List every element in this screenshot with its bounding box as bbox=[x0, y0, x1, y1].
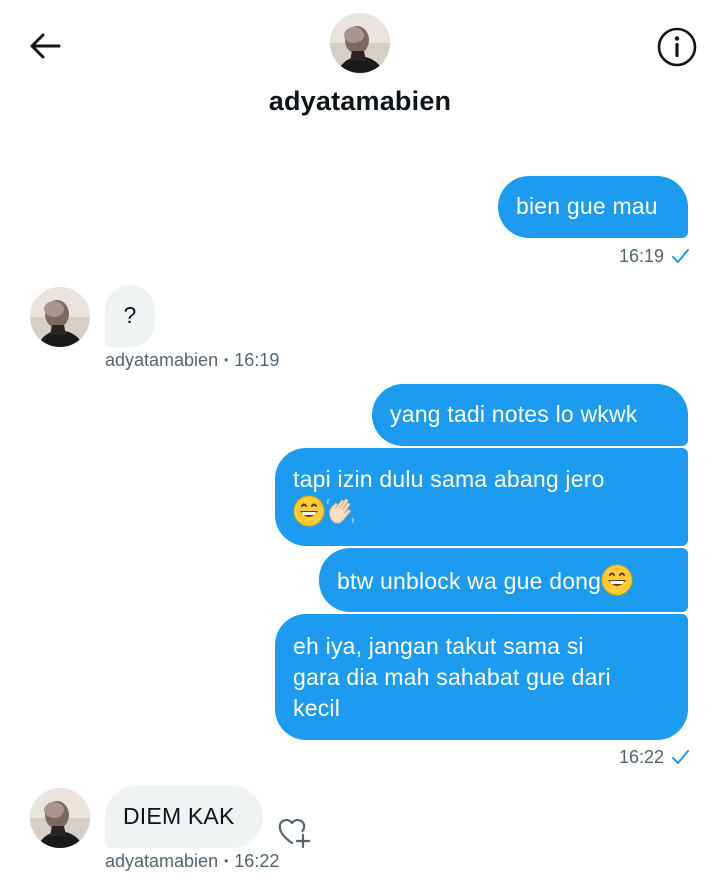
message-bubble-incoming[interactable]: DIEM KAK bbox=[105, 786, 263, 848]
seen-check-icon bbox=[672, 750, 689, 764]
grinning-face-icon bbox=[601, 564, 633, 596]
back-button[interactable] bbox=[22, 24, 68, 68]
message-time: 16:19 bbox=[234, 349, 280, 370]
conversation-username[interactable]: adyatamabien bbox=[0, 86, 720, 117]
message-time: 16:19 bbox=[618, 245, 664, 266]
conversation-header: adyatamabien bbox=[0, 0, 720, 140]
message-text-line: kecil bbox=[293, 695, 341, 721]
info-circle-icon bbox=[657, 27, 697, 67]
message-text: DIEM KAK bbox=[123, 803, 235, 829]
message-text: btw unblock wa gue dong bbox=[337, 568, 602, 594]
header-avatar[interactable] bbox=[330, 13, 390, 73]
message-sender: adyatamabien bbox=[105, 349, 219, 370]
message-bubble-outgoing[interactable]: btw unblock wa gue dong bbox=[319, 548, 688, 612]
message-text-line: eh iya, jangan takut sama si bbox=[293, 633, 584, 659]
message-text: ? bbox=[123, 302, 137, 328]
message-meta: 16:19 bbox=[500, 244, 690, 268]
message-bubble-incoming[interactable]: ? bbox=[105, 285, 155, 347]
message-meta: adyatamabien • 16:19 bbox=[105, 348, 365, 372]
message-sender: adyatamabien bbox=[105, 850, 219, 871]
grinning-face-icon bbox=[293, 495, 325, 527]
seen-check-icon bbox=[672, 249, 689, 263]
message-meta: adyatamabien • 16:22 bbox=[105, 849, 365, 873]
message-meta: 16:22 bbox=[500, 745, 690, 769]
message-bubble-outgoing[interactable]: yang tadi notes lo wkwk bbox=[372, 384, 688, 446]
sender-avatar[interactable] bbox=[30, 788, 90, 848]
add-reaction-button[interactable] bbox=[277, 815, 313, 849]
message-time: 16:22 bbox=[234, 850, 280, 871]
message-bubble-outgoing[interactable]: bien gue mau bbox=[498, 176, 688, 238]
message-time: 16:22 bbox=[618, 746, 664, 767]
info-button[interactable] bbox=[654, 24, 700, 70]
message-bubble-outgoing[interactable]: tapi izin dulu sama abang jero bbox=[275, 448, 688, 546]
sender-avatar[interactable] bbox=[30, 287, 90, 347]
message-text: tapi izin dulu sama abang jero bbox=[293, 466, 605, 492]
waving-hand-icon bbox=[326, 498, 354, 524]
meta-separator: • bbox=[224, 854, 229, 868]
message-bubble-outgoing[interactable]: eh iya, jangan takut sama si gara dia ma… bbox=[275, 614, 688, 740]
arrow-left-icon bbox=[30, 33, 61, 59]
meta-separator: • bbox=[224, 353, 229, 367]
message-text: yang tadi notes lo wkwk bbox=[390, 401, 638, 427]
message-text-line: gara dia mah sahabat gue dari bbox=[293, 664, 611, 690]
heart-plus-icon bbox=[278, 819, 311, 849]
message-text: bien gue mau bbox=[516, 193, 658, 219]
